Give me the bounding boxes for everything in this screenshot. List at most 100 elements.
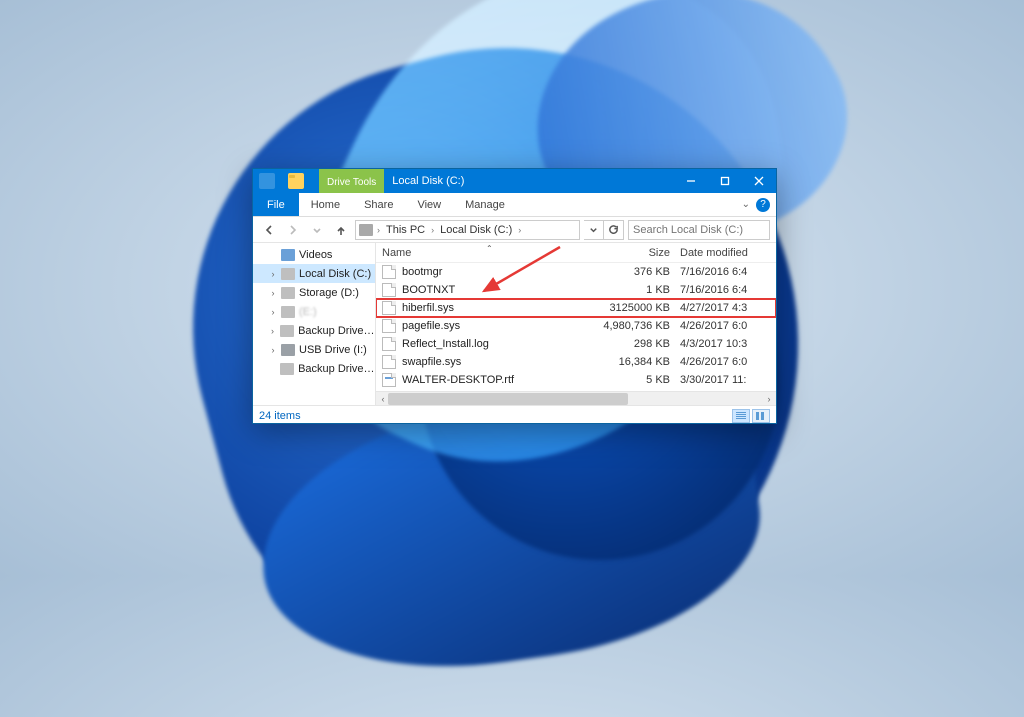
file-date: 4/3/2017 10:3 bbox=[680, 338, 776, 350]
tab-home[interactable]: Home bbox=[299, 193, 352, 216]
file-size: 4,980,736 KB bbox=[598, 320, 680, 332]
address-history-button[interactable] bbox=[584, 220, 604, 240]
file-icon bbox=[382, 265, 396, 279]
nav-item-label: Backup Drive (H:) bbox=[298, 363, 375, 375]
drive-icon bbox=[280, 363, 294, 375]
expand-icon[interactable]: › bbox=[269, 326, 276, 336]
nav-item[interactable]: › USB Drive (I:) bbox=[253, 340, 375, 359]
file-date: 7/16/2016 6:4 bbox=[680, 284, 776, 296]
file-name: swapfile.sys bbox=[402, 356, 598, 368]
tab-share[interactable]: Share bbox=[352, 193, 405, 216]
drive-icon bbox=[281, 306, 295, 318]
recent-locations-button[interactable] bbox=[307, 220, 327, 240]
file-row[interactable]: bootmgr376 KB7/16/2016 6:4 bbox=[376, 263, 776, 281]
search-input[interactable] bbox=[633, 224, 775, 236]
scroll-right-icon[interactable]: › bbox=[762, 392, 776, 405]
forward-button[interactable] bbox=[283, 220, 303, 240]
nav-item-label: USB Drive (I:) bbox=[299, 344, 367, 356]
file-name: hiberfil.sys bbox=[402, 302, 598, 314]
explorer-window: Drive Tools Local Disk (C:) File Home Sh… bbox=[252, 168, 777, 424]
contextual-tab-drive-tools[interactable]: Drive Tools bbox=[319, 169, 384, 193]
file-size: 376 KB bbox=[598, 266, 680, 278]
file-date: 7/16/2016 6:4 bbox=[680, 266, 776, 278]
drive-icon bbox=[281, 287, 295, 299]
breadcrumb-segment[interactable]: Local Disk (C:) bbox=[438, 224, 514, 236]
sort-indicator-icon: ⌃ bbox=[486, 244, 493, 253]
scrollbar-thumb[interactable] bbox=[388, 393, 628, 405]
status-bar: 24 items bbox=[253, 405, 776, 425]
file-row[interactable]: WALTER-DESKTOP.rtf5 KB3/30/2017 11: bbox=[376, 371, 776, 389]
file-size: 16,384 KB bbox=[598, 356, 680, 368]
chevron-right-icon[interactable]: › bbox=[429, 225, 436, 235]
expand-icon[interactable]: › bbox=[269, 345, 277, 355]
column-header-date[interactable]: Date modified bbox=[680, 247, 776, 259]
file-icon bbox=[382, 283, 396, 297]
address-bar[interactable]: › This PC › Local Disk (C:) › bbox=[355, 220, 580, 240]
close-button[interactable] bbox=[742, 169, 776, 193]
chevron-right-icon[interactable]: › bbox=[375, 225, 382, 235]
file-name: BOOTNXT bbox=[402, 284, 598, 296]
nav-item[interactable]: › Local Disk (C:) bbox=[253, 264, 375, 283]
expand-icon[interactable]: › bbox=[269, 307, 277, 317]
collapse-ribbon-icon[interactable]: ⌄ bbox=[742, 199, 750, 210]
nav-item-label: Storage (D:) bbox=[299, 287, 359, 299]
refresh-button[interactable] bbox=[604, 220, 624, 240]
nav-item-label: Local Disk (C:) bbox=[299, 268, 371, 280]
item-count: 24 items bbox=[259, 410, 301, 422]
minimize-button[interactable] bbox=[674, 169, 708, 193]
nav-item[interactable]: › Storage (D:) bbox=[253, 283, 375, 302]
file-icon bbox=[382, 337, 396, 351]
file-icon bbox=[382, 319, 396, 333]
file-name: WALTER-DESKTOP.rtf bbox=[402, 374, 598, 386]
ribbon: File Home Share View Manage ⌄ ? bbox=[253, 193, 776, 217]
maximize-button[interactable] bbox=[708, 169, 742, 193]
quick-access-toolbar bbox=[253, 169, 319, 193]
file-row[interactable]: Reflect_Install.log298 KB4/3/2017 10:3 bbox=[376, 335, 776, 353]
horizontal-scrollbar[interactable]: ‹ › bbox=[376, 391, 776, 405]
drive-icon bbox=[359, 224, 373, 236]
navigation-pane[interactable]: Videos › Local Disk (C:) › Storage (D:) ›(E:)… bbox=[253, 243, 376, 405]
file-rows: bootmgr376 KB7/16/2016 6:4BOOTNXT1 KB7/1… bbox=[376, 263, 776, 391]
file-size: 3125000 KB bbox=[598, 302, 680, 314]
details-view-button[interactable] bbox=[732, 409, 750, 423]
file-name: Reflect_Install.log bbox=[402, 338, 598, 350]
file-icon bbox=[382, 373, 396, 387]
column-headers[interactable]: ⌃ Name Size Date modified bbox=[376, 243, 776, 263]
nav-item[interactable]: ›(E:) bbox=[253, 302, 375, 321]
nav-item[interactable]: › Backup Drive (H:) bbox=[253, 321, 375, 340]
titlebar[interactable]: Drive Tools Local Disk (C:) bbox=[253, 169, 776, 193]
file-menu[interactable]: File bbox=[253, 193, 299, 216]
chevron-right-icon[interactable]: › bbox=[516, 225, 523, 235]
help-icon[interactable]: ? bbox=[756, 198, 770, 212]
contextual-tab-label: Drive Tools bbox=[327, 177, 376, 188]
file-row[interactable]: hiberfil.sys3125000 KB4/27/2017 4:3 bbox=[376, 299, 776, 317]
expand-icon[interactable]: › bbox=[269, 288, 277, 298]
search-box[interactable] bbox=[628, 220, 770, 240]
explorer-icon bbox=[259, 173, 275, 189]
nav-item[interactable]: Videos bbox=[253, 245, 375, 264]
icons-view-button[interactable] bbox=[752, 409, 770, 423]
file-size: 1 KB bbox=[598, 284, 680, 296]
back-button[interactable] bbox=[259, 220, 279, 240]
view-toggle bbox=[732, 409, 770, 423]
tab-view[interactable]: View bbox=[405, 193, 453, 216]
file-row[interactable]: pagefile.sys4,980,736 KB4/26/2017 6:0 bbox=[376, 317, 776, 335]
address-toolbar: › This PC › Local Disk (C:) › bbox=[253, 217, 776, 243]
expand-icon[interactable]: › bbox=[269, 269, 277, 279]
file-row[interactable]: swapfile.sys16,384 KB4/26/2017 6:0 bbox=[376, 353, 776, 371]
nav-item-label: Backup Drive (H:) bbox=[298, 325, 375, 337]
file-row[interactable]: BOOTNXT1 KB7/16/2016 6:4 bbox=[376, 281, 776, 299]
breadcrumb-segment[interactable]: This PC bbox=[384, 224, 427, 236]
file-size: 298 KB bbox=[598, 338, 680, 350]
window-controls bbox=[674, 169, 776, 193]
drive-icon bbox=[281, 268, 295, 280]
column-header-size[interactable]: Size bbox=[598, 247, 680, 259]
folder-icon[interactable] bbox=[288, 173, 304, 189]
vid-icon bbox=[281, 249, 295, 261]
nav-item[interactable]: Backup Drive (H:) bbox=[253, 359, 375, 378]
file-name: bootmgr bbox=[402, 266, 598, 278]
file-icon bbox=[382, 301, 396, 315]
up-button[interactable] bbox=[331, 220, 351, 240]
window-title: Local Disk (C:) bbox=[384, 169, 674, 193]
tab-manage[interactable]: Manage bbox=[453, 193, 517, 216]
